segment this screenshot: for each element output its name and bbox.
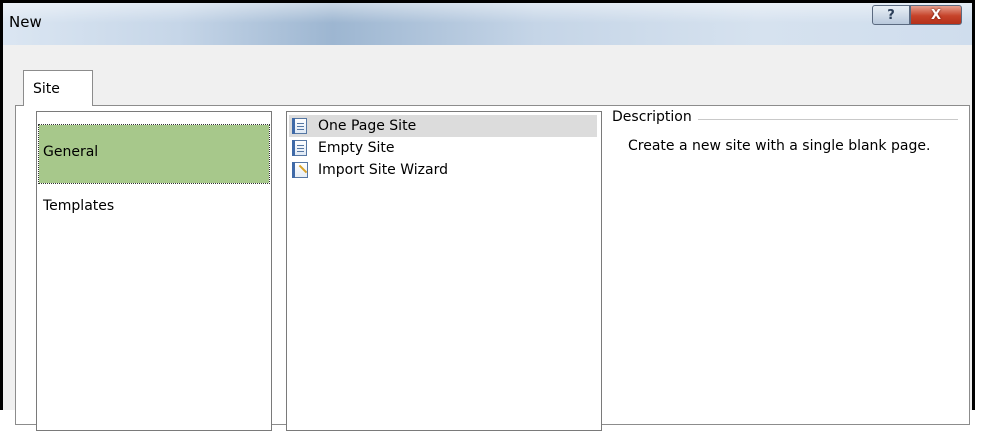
site-type-list[interactable]: One Page Site Empty Site Import Site Wiz… [286,111,602,431]
close-button[interactable]: X [910,5,962,25]
help-button[interactable]: ? [872,5,910,25]
window-title: New [9,13,42,31]
wizard-icon [292,161,310,179]
category-item-templates[interactable]: Templates [39,198,269,228]
description-heading: Description [612,109,698,125]
site-item-label: Import Site Wizard [318,162,448,178]
category-list[interactable]: General Templates [36,111,272,431]
title-bar[interactable]: New ? X [3,3,972,45]
tab-site[interactable]: Site [23,70,93,106]
site-item-label: One Page Site [318,118,417,134]
new-dialog-window: New ? X Site General Templates One Page … [0,0,975,431]
description-divider [696,119,958,120]
site-item-empty-site[interactable]: Empty Site [289,137,597,159]
site-tab-panel: General Templates One Page Site Empty Si… [15,105,970,431]
site-item-import-site-wizard[interactable]: Import Site Wizard [289,159,597,181]
site-item-label: Empty Site [318,140,395,156]
page-icon [292,117,310,135]
description-text: Create a new site with a single blank pa… [628,138,931,154]
page-icon [292,139,310,157]
category-item-general[interactable]: General [38,124,270,184]
site-item-one-page-site[interactable]: One Page Site [289,115,597,137]
